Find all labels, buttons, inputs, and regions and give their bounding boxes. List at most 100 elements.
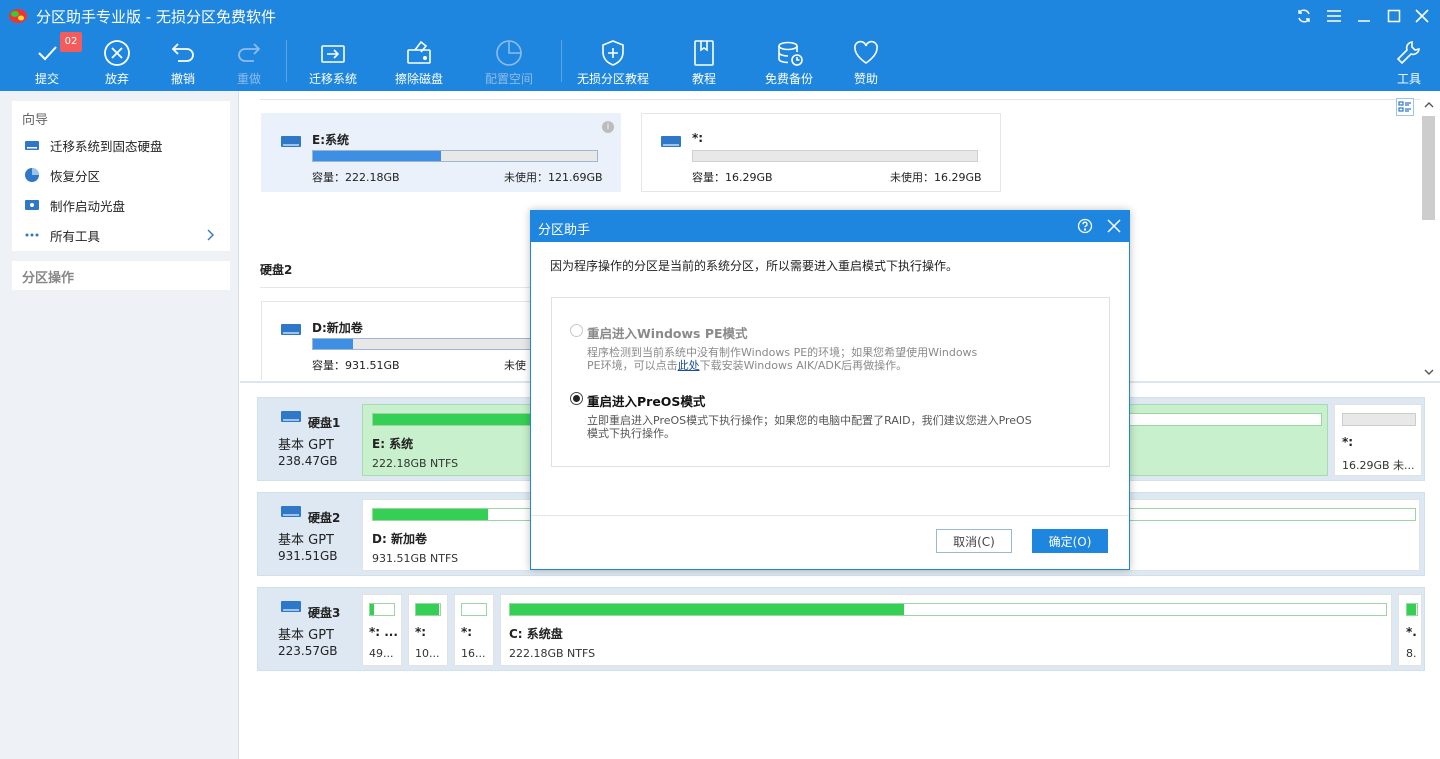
partition-card-e[interactable]: E:系统 i 容量：222.18GB 未使用：121.69GB [261, 113, 621, 192]
disk-name: 硬盘2 [308, 511, 341, 525]
usage-bar [312, 338, 552, 350]
partition-ops-panel[interactable]: 分区操作 [12, 261, 230, 290]
capacity-text: 容量：931.51GB [312, 359, 400, 372]
tutorial-button[interactable]: 教程 [680, 32, 728, 91]
undo-button[interactable]: 撤销 [158, 32, 208, 91]
migrate-disk-icon [321, 45, 345, 63]
disk-icon [281, 411, 301, 422]
cancel-circle-icon [104, 40, 130, 66]
partition-name: E: 系统 [372, 437, 414, 451]
allocate-space-button[interactable]: 配置空间 [478, 32, 540, 91]
partition-block[interactable]: *: 16.29GB 未... [1334, 404, 1422, 476]
disk-name: 硬盘1 [308, 416, 341, 430]
sidebar-item-label: 制作启动光盘 [50, 198, 126, 214]
undo-label: 撤销 [170, 72, 195, 86]
sidebar-item-recover-partition[interactable]: 恢复分区 [24, 164, 100, 186]
preos-mode-radio[interactable] [570, 392, 583, 405]
section-divider [260, 99, 1420, 100]
partition-block[interactable]: *. 8. [1398, 594, 1422, 666]
maximize-icon[interactable] [1384, 6, 1404, 26]
tools-button[interactable]: 工具 [1388, 32, 1430, 91]
usage-bar-fill [373, 509, 488, 520]
discard-button[interactable]: 放弃 [92, 32, 142, 91]
partition-block[interactable]: *: ... 49... [362, 594, 402, 666]
usage-bar [415, 603, 441, 616]
wizard-heading: 向导 [22, 113, 49, 128]
cancel-button[interactable]: 取消(C) [936, 529, 1012, 553]
partition-info: 16.29GB 未... [1342, 459, 1415, 472]
partition-block[interactable]: *: 10... [408, 594, 448, 666]
refresh-icon[interactable] [1294, 6, 1314, 26]
usage-bar [509, 603, 1387, 616]
disk-size: 238.47GB [278, 454, 338, 468]
partition-card-d[interactable]: D:新加卷 容量：931.51GB 未使 [261, 301, 552, 380]
sidebar-item-all-tools[interactable]: 所有工具 [24, 224, 224, 246]
option-group: 重启进入Windows PE模式 程序检测到当前系统中没有制作Windows P… [551, 297, 1110, 467]
partition-name: *: [461, 625, 473, 639]
sidebar-item-migrate-ssd[interactable]: 迁移系统到固态硬盘 [24, 134, 163, 156]
heart-icon [854, 40, 878, 64]
disk-row-3[interactable]: 硬盘3 基本 GPT 223.57GB *: ... 49... *: 10..… [257, 587, 1425, 671]
sidebar-item-label: 所有工具 [50, 228, 101, 244]
partition-info: 16... [461, 647, 486, 660]
migrate-os-button[interactable]: 迁移系统 [302, 32, 364, 91]
capacity-text: 容量：222.18GB [312, 171, 400, 184]
pe-mode-label[interactable]: 重启进入Windows PE模式 [587, 323, 748, 342]
preos-mode-desc-line2: 模式下执行操作。 [587, 427, 675, 440]
discard-label: 放弃 [104, 72, 129, 86]
pending-badge: 02 [60, 32, 82, 52]
partition-block[interactable]: *: 16... [454, 594, 494, 666]
free-backup-button[interactable]: 免费备份 [758, 32, 820, 91]
redo-button[interactable]: 重做 [224, 32, 274, 91]
lossless-tutorial-button[interactable]: 无损分区教程 [572, 32, 654, 91]
sponsor-button[interactable]: 赞助 [842, 32, 890, 91]
wipe-disk-button[interactable]: 擦除磁盘 [388, 32, 450, 91]
check-icon [38, 46, 57, 61]
pe-mode-radio[interactable] [570, 324, 583, 337]
ok-button[interactable]: 确定(O) [1032, 529, 1108, 553]
partition-name: E:系统 [312, 133, 349, 147]
tools-label: 工具 [1396, 72, 1421, 86]
partition-name: D:新加卷 [312, 321, 363, 335]
disc-icon [25, 200, 39, 210]
usage-bar [461, 603, 487, 616]
preos-mode-label[interactable]: 重启进入PreOS模式 [587, 391, 705, 410]
scroll-up-icon[interactable] [1424, 101, 1434, 109]
shield-icon [602, 40, 624, 66]
partition-info: 222.18GB NTFS [372, 457, 459, 470]
disk-icon [281, 324, 301, 335]
section-divider [260, 287, 550, 288]
partition-ops-heading: 分区操作 [22, 271, 75, 286]
partition-name: C: 系统盘 [509, 627, 563, 641]
capacity-text: 容量：16.29GB [692, 171, 773, 184]
migrate-os-label: 迁移系统 [308, 72, 357, 86]
disk-icon [281, 506, 301, 517]
close-icon[interactable] [1412, 6, 1432, 26]
left-sidebar: 向导 迁移系统到固态硬盘 恢复分区 制作启动光盘 所有工具 分区操作 [0, 91, 239, 759]
scrollbar-thumb[interactable] [1422, 116, 1435, 220]
eraser-disk-icon [407, 40, 431, 64]
toolbar: 提交 02 放弃 撤销 重做 迁移系统 擦除磁盘 配置空间 无损分区教程 教程 … [0, 32, 1440, 91]
sidebar-item-boot-disc[interactable]: 制作启动光盘 [24, 194, 125, 216]
dialog-footer-divider [531, 515, 1129, 516]
partition-card-unallocated[interactable]: *: 容量：16.29GB 未使用：16.29GB [641, 113, 1001, 192]
help-icon[interactable] [1077, 218, 1093, 237]
partition-block[interactable]: C: 系统盘 222.18GB NTFS [500, 594, 1392, 666]
menu-icon[interactable] [1324, 6, 1344, 26]
reboot-mode-dialog: 分区助手 因为程序操作的分区是当前的系统分区，所以需要进入重启模式下执行操作。 … [530, 210, 1130, 570]
partition-name: *. [1406, 625, 1417, 639]
dialog-close-icon[interactable] [1107, 219, 1121, 236]
partition-name: *: [692, 131, 704, 145]
chevron-right-icon [207, 229, 214, 241]
info-icon[interactable]: i [602, 121, 614, 133]
sponsor-label: 赞助 [853, 72, 878, 86]
redo-label: 重做 [236, 72, 261, 86]
minimize-icon[interactable] [1354, 6, 1374, 26]
view-toggle-icon[interactable] [1396, 98, 1414, 116]
scroll-down-icon[interactable] [1424, 368, 1434, 376]
commit-label: 提交 [34, 72, 59, 86]
download-here-link[interactable]: 此处 [678, 359, 700, 372]
vertical-scrollbar[interactable] [1420, 98, 1437, 380]
partition-info: 8. [1406, 647, 1417, 660]
partition-info: 931.51GB NTFS [372, 552, 459, 565]
